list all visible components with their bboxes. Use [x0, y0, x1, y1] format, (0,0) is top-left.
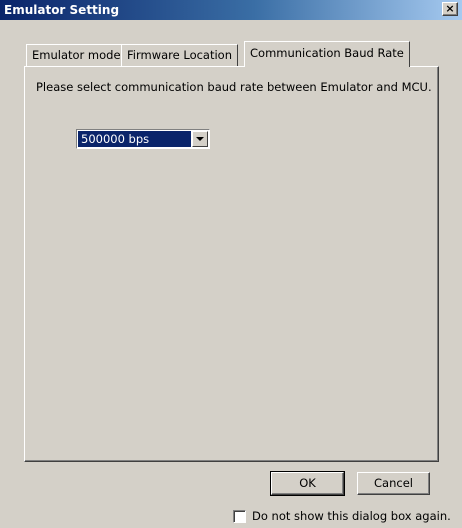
do-not-show-label[interactable]: Do not show this dialog box again.: [252, 509, 451, 523]
ok-button[interactable]: OK: [270, 471, 345, 496]
tab-label: Firmware Location: [127, 48, 232, 62]
dropdown-button[interactable]: [192, 131, 208, 147]
title-bar[interactable]: Emulator Setting ×: [0, 0, 462, 20]
tab-panel: Please select communication baud rate be…: [24, 66, 439, 462]
close-icon: ×: [445, 2, 455, 15]
baud-rate-select[interactable]: 500000 bps: [76, 129, 210, 149]
tab-emulator-mode[interactable]: Emulator mode: [26, 44, 127, 66]
chevron-down-icon: [196, 137, 204, 141]
close-button[interactable]: ×: [442, 2, 458, 16]
cancel-button[interactable]: Cancel: [357, 472, 430, 495]
tab-label: Communication Baud Rate: [250, 46, 404, 60]
tab-communication-baud-rate[interactable]: Communication Baud Rate: [244, 41, 410, 67]
baud-rate-value: 500000 bps: [78, 131, 191, 147]
do-not-show-checkbox[interactable]: [233, 510, 246, 523]
baud-rate-prompt: Please select communication baud rate be…: [36, 80, 432, 94]
tab-firmware-location[interactable]: Firmware Location: [121, 44, 238, 66]
tab-label: Emulator mode: [32, 48, 121, 62]
window-title: Emulator Setting: [4, 3, 120, 17]
